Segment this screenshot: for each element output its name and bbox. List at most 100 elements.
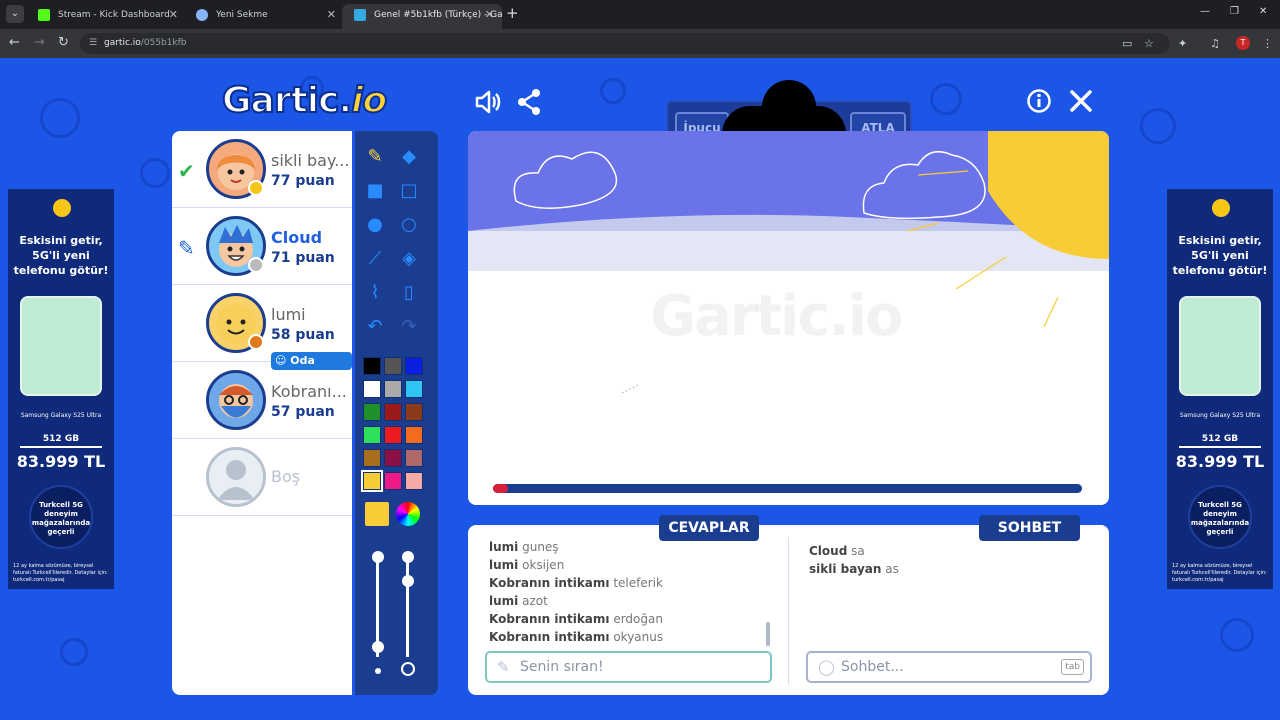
circle-outline-icon[interactable]: ○ <box>394 210 424 240</box>
ad-storage: 512 GB <box>1201 434 1239 444</box>
color-swatch[interactable] <box>405 449 423 467</box>
media-icon[interactable]: ♫ <box>1210 37 1220 50</box>
tab-search-icon[interactable]: ⌄ <box>6 5 24 23</box>
forward-icon[interactable]: → <box>34 35 45 50</box>
message-user: Kobranın intikamı <box>489 576 610 590</box>
color-swatch[interactable] <box>363 449 381 467</box>
color-swatch[interactable] <box>363 426 381 444</box>
message-user: sikli bayan <box>809 562 882 576</box>
minimize-icon[interactable]: — <box>1200 6 1210 17</box>
address-bar[interactable]: ☰ gartic.io/055b1kfb <box>80 33 1170 54</box>
message-user: Kobranın intikamı <box>489 630 610 644</box>
message-user: lumi <box>489 540 519 554</box>
phone-image <box>20 296 102 396</box>
color-wheel-icon[interactable] <box>396 502 420 526</box>
brush-size-min-knob[interactable] <box>372 641 384 653</box>
answers-tab[interactable]: CEVAPLAR <box>659 515 759 541</box>
chat-tab[interactable]: SOHBET <box>979 515 1080 541</box>
color-swatch[interactable] <box>384 357 402 375</box>
message-row: lumi azot <box>489 594 548 608</box>
player-score: 57 puan <box>271 404 335 420</box>
bookmark-star-icon[interactable]: ☆ <box>1144 37 1154 50</box>
color-swatch[interactable] <box>363 380 381 398</box>
line-icon[interactable]: ⟋ <box>360 244 390 274</box>
tab-title: Stream - Kick Dashboard <box>58 10 170 20</box>
player-card: lumi 58 puan ☺ Oda Sahibi <box>172 285 352 385</box>
color-swatch[interactable] <box>363 403 381 421</box>
ad-badge: Turkcell 5G deneyim mağazalarında geçerl… <box>29 485 93 549</box>
answer-input[interactable]: ✎ Senin sıran! <box>485 651 772 683</box>
message-user: lumi <box>489 558 519 572</box>
color-swatch[interactable] <box>405 472 423 490</box>
color-swatch[interactable] <box>361 470 383 492</box>
chat-placeholder: Sohbet... <box>841 659 904 675</box>
large-brush-icon <box>401 662 415 676</box>
player-name: lumi <box>271 305 306 324</box>
close-tab-icon[interactable]: ✕ <box>327 4 336 26</box>
menu-dots-icon[interactable]: ⋮ <box>1262 37 1273 50</box>
turkcell-logo-icon <box>53 199 71 217</box>
fill-bucket-icon[interactable]: ◈ <box>394 244 424 274</box>
profile-avatar[interactable]: T <box>1236 36 1250 50</box>
player-status-dot <box>248 334 264 350</box>
eyedropper-icon[interactable]: ⌇ <box>360 278 390 308</box>
chrome-favicon-icon <box>196 9 208 21</box>
pencil-icon[interactable]: ✎ <box>360 142 390 172</box>
message-text: okyanus <box>609 630 664 644</box>
sound-icon[interactable] <box>473 88 501 122</box>
color-swatch[interactable] <box>384 426 402 444</box>
brush-size-knob[interactable] <box>372 551 384 563</box>
extensions-icon[interactable]: ✦ <box>1178 37 1187 50</box>
message-user: lumi <box>489 594 519 608</box>
color-swatch[interactable] <box>405 357 423 375</box>
color-swatch[interactable] <box>384 380 402 398</box>
opacity-slider[interactable] <box>406 557 409 657</box>
tab-new-tab[interactable]: Yeni Sekme ✕ <box>184 4 344 29</box>
kick-favicon-icon <box>38 9 50 21</box>
ad-banner-left[interactable]: Eskisini getir, 5G'li yeni telefonu götü… <box>8 189 114 589</box>
color-swatch[interactable] <box>405 403 423 421</box>
ad-storage: 512 GB <box>42 434 80 444</box>
answers-scrollbar[interactable] <box>766 622 770 646</box>
undo-icon[interactable]: ↶ <box>360 312 390 342</box>
ad-divider <box>20 446 102 448</box>
opacity-knob[interactable] <box>402 551 414 563</box>
eraser-icon[interactable]: ◆ <box>394 142 424 172</box>
turn-timer-bar <box>493 484 1082 493</box>
restore-icon[interactable]: ❐ <box>1230 6 1239 17</box>
message-row: lumi guneş <box>489 540 559 554</box>
browser-toolbar: ← → ↻ ☰ gartic.io/055b1kfb ▭ ☆ ✦ ♫ T ⋮ <box>0 29 1280 58</box>
color-swatch[interactable] <box>384 403 402 421</box>
color-swatch[interactable] <box>384 472 402 490</box>
filled-rect-icon[interactable]: ■ <box>360 176 390 206</box>
filled-circle-icon[interactable]: ● <box>360 210 390 240</box>
opacity-value-knob[interactable] <box>402 575 414 587</box>
ad-banner-right[interactable]: Eskisini getir, 5G'li yeni telefonu götü… <box>1167 189 1273 589</box>
rect-outline-icon[interactable]: □ <box>394 176 424 206</box>
new-tab-icon[interactable]: + <box>506 4 519 22</box>
cast-icon[interactable]: ▭ <box>1122 37 1132 50</box>
info-icon[interactable] <box>1026 88 1052 120</box>
close-tab-icon[interactable]: ✕ <box>485 4 494 26</box>
player-card-me: ✎ Cloud 71 puan <box>172 208 352 285</box>
tab-kick-dashboard[interactable]: Stream - Kick Dashboard ✕ <box>26 4 186 29</box>
color-swatch[interactable] <box>405 426 423 444</box>
ad-divider <box>1179 446 1261 448</box>
reload-icon[interactable]: ↻ <box>58 35 69 50</box>
color-swatch[interactable] <box>363 357 381 375</box>
share-icon[interactable] <box>516 88 542 122</box>
chat-input[interactable]: ◯ Sohbet... tab <box>806 651 1092 683</box>
avatar <box>206 370 266 430</box>
color-swatch[interactable] <box>405 380 423 398</box>
close-tab-icon[interactable]: ✕ <box>169 4 178 26</box>
color-swatch[interactable] <box>384 449 402 467</box>
new-page-icon[interactable]: ▯ <box>394 278 424 308</box>
close-game-icon[interactable] <box>1068 88 1094 120</box>
message-text: sa <box>847 544 865 558</box>
tab-gartic[interactable]: Genel #5b1kfb (Türkçe) - Gartic ✕ <box>342 4 502 29</box>
close-window-icon[interactable]: ✕ <box>1259 6 1267 17</box>
site-info-icon[interactable]: ☰ <box>89 33 97 54</box>
back-icon[interactable]: ← <box>9 35 20 50</box>
redo-icon[interactable]: ↷ <box>394 312 424 342</box>
player-name: Kobranı... <box>271 382 347 401</box>
